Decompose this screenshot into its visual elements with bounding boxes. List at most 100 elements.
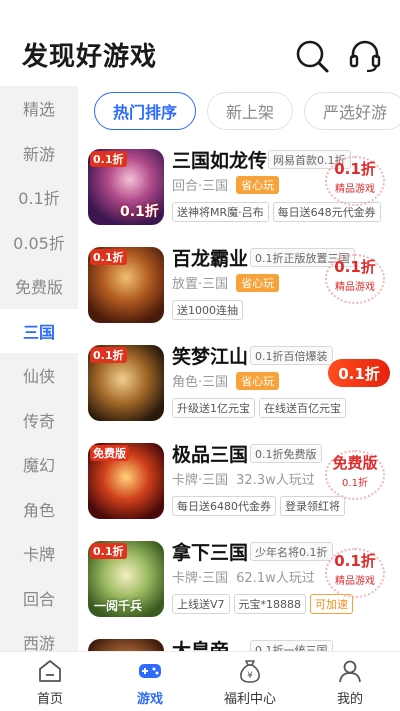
easy-play-badge: 省心玩 <box>236 273 280 292</box>
game-genre: 卡牌·三国 <box>172 473 229 488</box>
game-cover-image[interactable]: 免费版 <box>88 443 164 519</box>
sidebar-item-juese[interactable]: 角色 <box>0 487 78 532</box>
sidebar-item-kapai[interactable]: 卡牌 <box>0 531 78 576</box>
category-sidebar: 精选 新游 0.1折 0.05折 免费版 三国 仙侠 传奇 魔幻 角色 卡牌 回… <box>0 86 78 651</box>
game-tag: 升级送1亿元宝 <box>172 398 255 418</box>
nav-label: 福利中心 <box>223 692 276 707</box>
seal-sub-text: 精品游戏 <box>335 576 375 587</box>
cover-discount-tag: 0.1折 <box>90 543 127 559</box>
sidebar-item-0.1-discount[interactable]: 0.1折 <box>0 175 78 220</box>
play-count: 32.3w人玩过 <box>236 473 315 488</box>
nav-home[interactable]: 首页 <box>0 652 100 711</box>
game-cover-image[interactable]: 0.1折 <box>88 345 164 421</box>
easy-play-badge: 省心玩 <box>236 371 280 390</box>
sidebar-item-sanguo[interactable]: 三国 <box>0 308 78 353</box>
game-name: 笑梦江山 <box>172 346 249 368</box>
cover-text: 一阅千兵 <box>94 599 143 613</box>
sidebar-item-chuanqi[interactable]: 传奇 <box>0 398 78 443</box>
game-list-panel: 热门排序 新上架 严选好游 0.1折 0.1折 三国如龙传 网易首款0.1折 回… <box>78 86 400 651</box>
game-meta: 角色·三国 省心玩 <box>172 371 280 390</box>
search-icon[interactable] <box>294 38 330 74</box>
discount-button[interactable]: 0.1折 <box>328 359 390 387</box>
sidebar-item-0.05-discount[interactable]: 0.05折 <box>0 220 78 265</box>
game-tag: 送1000连抽 <box>172 300 243 320</box>
game-name: 三国如龙传 <box>172 150 268 172</box>
cover-discount-tag: 0.1折 <box>90 151 127 167</box>
discount-seal: 免费版 0.1折 <box>319 450 391 502</box>
seal-sub-text: 精品游戏 <box>335 184 375 195</box>
game-cover-image[interactable]: 0.1折 <box>88 247 164 323</box>
money-bag-icon: ¥ <box>240 660 260 683</box>
nav-me[interactable]: 我的 <box>300 652 400 711</box>
sort-tabs: 热门排序 新上架 严选好游 <box>94 92 400 132</box>
page-title: 发现好游戏 <box>22 42 158 72</box>
game-tag: 上线送V7 <box>172 594 230 614</box>
sidebar-item-free[interactable]: 免费版 <box>0 264 78 309</box>
game-genre: 放置·三国 <box>172 277 229 292</box>
cover-discount-tag: 0.1折 <box>90 249 127 265</box>
cover-text: 0.1折 <box>120 204 159 220</box>
list-item[interactable]: 0.1折 百龙霸业 0.1折正版放置三国 放置·三国 省心玩 送1000连抽 0… <box>78 242 400 340</box>
discount-seal: 0.1折 精品游戏 <box>319 156 391 208</box>
game-cover-image[interactable]: 0.1折 一阅千兵 <box>88 541 164 617</box>
nav-games[interactable]: 游戏 <box>100 652 200 711</box>
nav-label: 我的 <box>336 692 363 707</box>
easy-play-badge: 省心玩 <box>236 175 280 194</box>
game-tags: 升级送1亿元宝 在线送百亿元宝 <box>172 398 346 418</box>
play-count: 62.1w人玩过 <box>236 571 315 586</box>
list-item[interactable]: 0.1折 0.1折 三国如龙传 网易首款0.1折 回合·三国 省心玩 送神将MR… <box>78 144 400 242</box>
cover-discount-tag: 0.1折 <box>90 347 127 363</box>
game-genre: 卡牌·三国 <box>172 571 229 586</box>
seal-sub-text: 0.1折 <box>342 478 368 489</box>
tab-new[interactable]: 新上架 <box>207 92 294 130</box>
game-highlight-tag: 0.1折免费版 <box>250 444 322 463</box>
headset-icon[interactable] <box>347 38 383 74</box>
user-icon <box>339 660 361 683</box>
game-tags: 送1000连抽 <box>172 300 243 320</box>
svg-text:¥: ¥ <box>247 671 253 681</box>
game-tag: 在线送百亿元宝 <box>259 398 346 418</box>
sidebar-item-huihe[interactable]: 回合 <box>0 576 78 621</box>
list-item[interactable]: 0.1折 一阅千兵 拿下三国 少年名将0.1折 卡牌·三国 62.1w人玩过 上… <box>78 536 400 634</box>
game-genre: 角色·三国 <box>172 375 229 390</box>
game-name: 百龙霸业 <box>172 248 249 270</box>
home-icon <box>39 660 61 682</box>
game-name: 拿下三国 <box>172 542 249 564</box>
discount-seal: 0.1折 精品游戏 <box>319 548 391 600</box>
game-name: 极品三国 <box>172 444 249 466</box>
seal-main-text: 0.1折 <box>334 160 376 178</box>
list-item[interactable]: 免费版 极品三国 0.1折免费版 卡牌·三国 32.3w人玩过 每日送6480代… <box>78 438 400 536</box>
seal-main-text: 免费版 <box>332 454 378 472</box>
game-meta: 卡牌·三国 32.3w人玩过 <box>172 469 315 488</box>
sidebar-item-xianxia[interactable]: 仙侠 <box>0 353 78 398</box>
game-name: 大皇帝 <box>172 640 230 651</box>
game-list: 0.1折 0.1折 三国如龙传 网易首款0.1折 回合·三国 省心玩 送神将MR… <box>78 144 400 651</box>
nav-label: 游戏 <box>136 692 163 707</box>
bottom-nav: 首页 游戏 ¥ 福利中心 我的 <box>0 651 400 711</box>
game-meta: 回合·三国 省心玩 <box>172 175 280 194</box>
list-item[interactable]: 0.1折 笑梦江山 0.1折百倍爆装 角色·三国 省心玩 升级送1亿元宝 在线送… <box>78 340 400 438</box>
game-cover-image[interactable]: 0.1折 0.1折 <box>88 149 164 225</box>
tab-hot-sort[interactable]: 热门排序 <box>94 92 197 130</box>
list-item[interactable]: 大皇帝 0.1折一统三国 <box>78 634 400 651</box>
cover-discount-tag: 免费版 <box>90 445 129 461</box>
seal-main-text: 0.1折 <box>334 258 376 276</box>
game-genre: 回合·三国 <box>172 179 229 194</box>
sidebar-item-jingxuan[interactable]: 精选 <box>0 86 78 131</box>
discount-seal: 0.1折 精品游戏 <box>319 254 391 306</box>
sidebar-item-xiyou[interactable]: 西游 <box>0 620 78 651</box>
game-tag: 元宝*18888 <box>233 594 307 614</box>
seal-main-text: 0.1折 <box>334 552 376 570</box>
game-meta: 卡牌·三国 62.1w人玩过 <box>172 567 315 586</box>
nav-welfare[interactable]: ¥ 福利中心 <box>200 652 300 711</box>
tab-selected[interactable]: 严选好游 <box>304 92 400 130</box>
nav-label: 首页 <box>36 692 63 707</box>
sidebar-item-xinyou[interactable]: 新游 <box>0 131 78 176</box>
game-meta: 放置·三国 省心玩 <box>172 273 280 292</box>
header: 发现好游戏 <box>0 0 400 86</box>
gamepad-icon <box>139 664 161 678</box>
game-highlight-tag: 0.1折百倍爆装 <box>250 346 333 365</box>
sidebar-item-mohuan[interactable]: 魔幻 <box>0 442 78 487</box>
game-cover-image[interactable] <box>88 639 164 651</box>
game-tag: 每日送6480代金券 <box>172 496 276 516</box>
